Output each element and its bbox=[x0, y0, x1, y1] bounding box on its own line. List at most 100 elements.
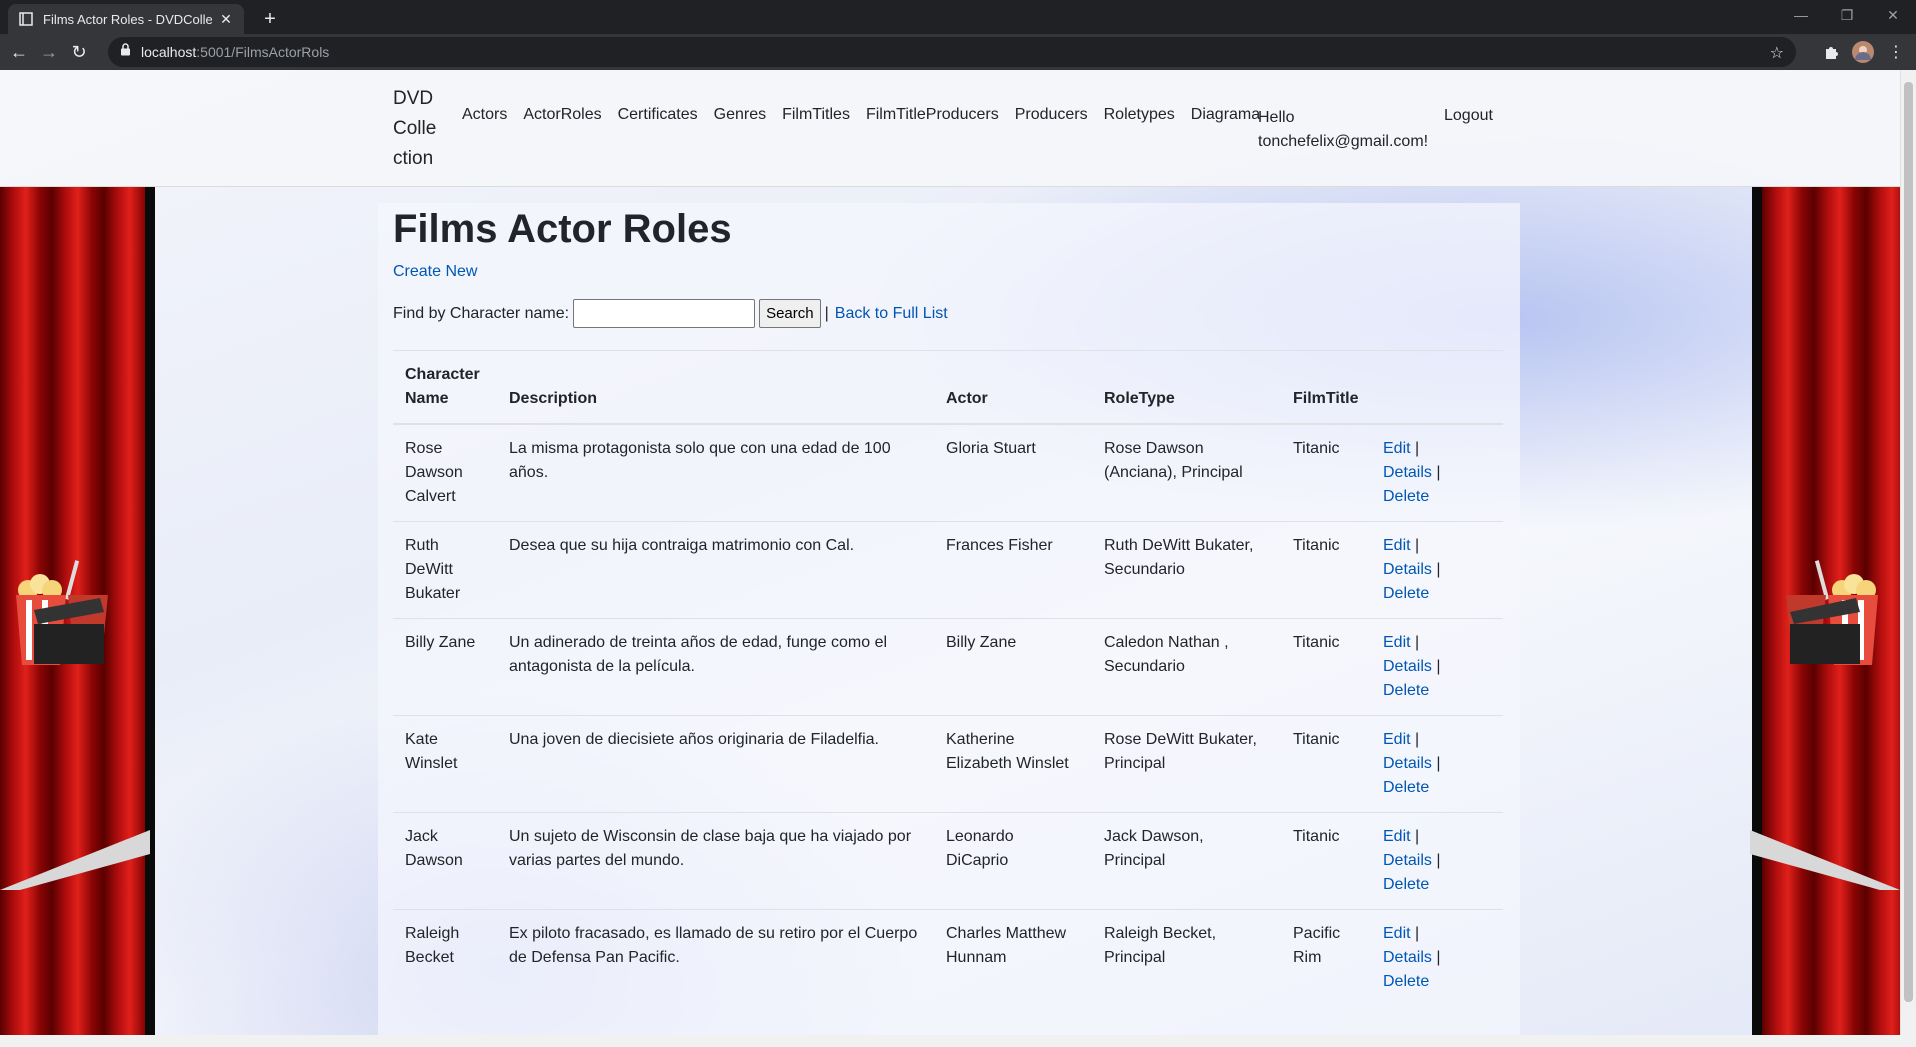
page-title: Films Actor Roles bbox=[393, 207, 732, 251]
browser-toolbar: ← → ↻ localhost :5001/FilmsActorRols ☆ ⋮ bbox=[0, 34, 1916, 70]
cell-character-name: Rose Dawson Calvert bbox=[393, 423, 497, 522]
cell-actions: Edit | Details | Delete bbox=[1371, 909, 1503, 1006]
cell-roletype: Rose Dawson (Anciana), Principal bbox=[1092, 423, 1281, 522]
back-arrow-icon[interactable]: ← bbox=[4, 37, 34, 67]
search-label: Find by Character name: bbox=[393, 304, 570, 322]
details-link[interactable]: Details bbox=[1383, 755, 1432, 772]
table-row: Jack Dawson Un sujeto de Wisconsin de cla… bbox=[393, 812, 1503, 910]
nav-link-filmtitleproducers[interactable]: FilmTitleProducers bbox=[866, 106, 999, 124]
details-link[interactable]: Details bbox=[1383, 949, 1432, 966]
delete-link[interactable]: Delete bbox=[1383, 682, 1429, 699]
cell-character-name: Ruth DeWitt Bukater bbox=[393, 521, 497, 619]
nav-link-actors[interactable]: Actors bbox=[462, 106, 507, 124]
delete-link[interactable]: Delete bbox=[1383, 585, 1429, 602]
vertical-scrollbar[interactable] bbox=[1900, 70, 1916, 1035]
cell-character-name: Billy Zane bbox=[393, 618, 497, 716]
cell-roletype: Caledon Nathan , Secundario bbox=[1092, 618, 1281, 716]
separator: | bbox=[1415, 537, 1420, 554]
scrollbar-thumb[interactable] bbox=[1904, 82, 1913, 1002]
cell-roletype: Ruth DeWitt Bukater, Secundario bbox=[1092, 521, 1281, 619]
separator: | bbox=[1415, 440, 1420, 457]
separator: | bbox=[824, 304, 829, 322]
cell-filmtitle: Titanic bbox=[1281, 521, 1371, 619]
cell-character-name: Raleigh Becket bbox=[393, 909, 497, 1006]
cell-description: Un sujeto de Wisconsin de clase baja que… bbox=[497, 812, 934, 910]
create-new-link[interactable]: Create New bbox=[393, 263, 477, 281]
page-viewport: DVD Colle ction Actors ActorRoles Certif… bbox=[0, 70, 1900, 1035]
separator: | bbox=[1415, 731, 1420, 748]
details-link[interactable]: Details bbox=[1383, 561, 1432, 578]
table-row: Ruth DeWitt Bukater Desea que su hija con… bbox=[393, 521, 1503, 619]
separator: | bbox=[1436, 755, 1441, 772]
delete-link[interactable]: Delete bbox=[1383, 488, 1429, 505]
nav-link-genres[interactable]: Genres bbox=[714, 106, 766, 124]
cell-description: Un adinerado de treinta años de edad, fu… bbox=[497, 618, 934, 716]
back-to-full-list-link[interactable]: Back to Full List bbox=[835, 305, 948, 323]
url-host: localhost bbox=[141, 44, 197, 60]
reload-icon[interactable]: ↻ bbox=[64, 37, 94, 67]
edit-link[interactable]: Edit bbox=[1383, 440, 1411, 457]
lock-icon bbox=[120, 43, 131, 61]
nav-link-actorroles[interactable]: ActorRoles bbox=[523, 106, 601, 124]
table-row: Rose Dawson Calvert La misma protagonista… bbox=[393, 423, 1503, 522]
cell-actor: Billy Zane bbox=[934, 618, 1092, 716]
close-window-icon[interactable]: ✕ bbox=[1870, 0, 1916, 30]
tab-title: Films Actor Roles - DVDCollection bbox=[43, 11, 212, 27]
edit-link[interactable]: Edit bbox=[1383, 731, 1411, 748]
table-row: Raleigh Becket Ex piloto fracasado, es ll… bbox=[393, 909, 1503, 1006]
edit-link[interactable]: Edit bbox=[1383, 634, 1411, 651]
extensions-puzzle-icon[interactable] bbox=[1817, 38, 1845, 66]
page-icon bbox=[18, 11, 34, 27]
search-button[interactable]: Search bbox=[759, 299, 821, 328]
browser-tab[interactable]: Films Actor Roles - DVDCollection ✕ bbox=[8, 4, 244, 34]
cell-character-name: Kate Winslet bbox=[393, 715, 497, 813]
url-path: :5001/FilmsActorRols bbox=[196, 44, 330, 60]
separator: | bbox=[1415, 925, 1420, 942]
header-filmtitle: FilmTitle bbox=[1281, 350, 1371, 425]
forward-arrow-icon[interactable]: → bbox=[34, 37, 64, 67]
delete-link[interactable]: Delete bbox=[1383, 779, 1429, 796]
cell-description: La misma protagonista solo que con una e… bbox=[497, 423, 934, 522]
separator: | bbox=[1436, 949, 1441, 966]
nav-link-certificates[interactable]: Certificates bbox=[618, 106, 698, 124]
cell-description: Desea que su hija contraiga matrimonio c… bbox=[497, 521, 934, 619]
search-input[interactable] bbox=[573, 299, 756, 328]
nav-link-producers[interactable]: Producers bbox=[1015, 106, 1088, 124]
cell-actor: Charles Matthew Hunnam bbox=[934, 909, 1092, 1006]
brand-link[interactable]: DVD Colle ction bbox=[393, 84, 443, 174]
separator: | bbox=[1436, 852, 1441, 869]
hello-user-link[interactable]: Hello tonchefelix@gmail.com! bbox=[1258, 106, 1428, 154]
address-bar[interactable]: localhost :5001/FilmsActorRols ☆ bbox=[108, 37, 1796, 67]
nav-link-roletypes[interactable]: Roletypes bbox=[1104, 106, 1175, 124]
details-link[interactable]: Details bbox=[1383, 658, 1432, 675]
table-row: Billy Zane Un adinerado de treinta años d… bbox=[393, 618, 1503, 716]
logout-button[interactable]: Logout bbox=[1444, 107, 1493, 125]
nav-link-filmtitles[interactable]: FilmTitles bbox=[782, 106, 850, 124]
edit-link[interactable]: Edit bbox=[1383, 537, 1411, 554]
delete-link[interactable]: Delete bbox=[1383, 973, 1429, 990]
edit-link[interactable]: Edit bbox=[1383, 925, 1411, 942]
table-header-row: Character Name Description Actor RoleTyp… bbox=[393, 350, 1503, 425]
profile-avatar[interactable] bbox=[1849, 38, 1877, 66]
restore-icon[interactable]: ❐ bbox=[1824, 0, 1870, 30]
close-tab-icon[interactable]: ✕ bbox=[218, 11, 234, 28]
nav-link-diagrama[interactable]: Diagrama bbox=[1191, 106, 1260, 124]
menu-kebab-icon[interactable]: ⋮ bbox=[1882, 38, 1910, 66]
separator: | bbox=[1436, 561, 1441, 578]
search-form: Find by Character name: Search | Back to… bbox=[393, 299, 948, 328]
details-link[interactable]: Details bbox=[1383, 852, 1432, 869]
tab-strip: Films Actor Roles - DVDCollection ✕ + — … bbox=[0, 0, 1916, 34]
edit-link[interactable]: Edit bbox=[1383, 828, 1411, 845]
cell-actions: Edit | Details | Delete bbox=[1371, 715, 1503, 813]
cell-filmtitle: Titanic bbox=[1281, 423, 1371, 522]
delete-link[interactable]: Delete bbox=[1383, 876, 1429, 893]
site-navbar: DVD Colle ction Actors ActorRoles Certif… bbox=[0, 70, 1900, 187]
popcorn-clapper-icon bbox=[1786, 560, 1878, 665]
horizontal-scrollbar[interactable] bbox=[0, 1035, 1916, 1047]
cell-filmtitle: Pacific Rim bbox=[1281, 909, 1371, 1006]
bookmark-star-icon[interactable]: ☆ bbox=[1770, 43, 1784, 63]
separator: | bbox=[1415, 634, 1420, 651]
details-link[interactable]: Details bbox=[1383, 464, 1432, 481]
new-tab-icon[interactable]: + bbox=[257, 6, 283, 32]
minimize-icon[interactable]: — bbox=[1778, 0, 1824, 30]
